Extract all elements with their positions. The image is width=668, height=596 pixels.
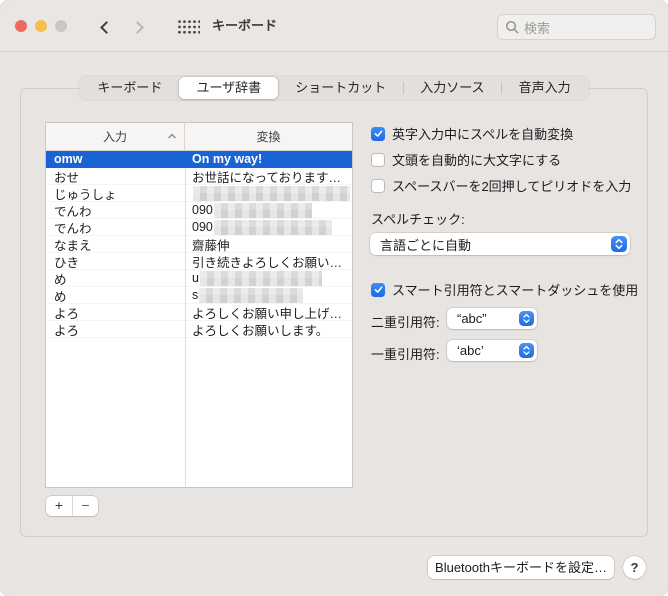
popup-stepper-icon <box>519 343 534 358</box>
smart-quotes-checkbox[interactable] <box>371 282 385 297</box>
table-row[interactable]: なまえ 齋藤伸 <box>46 236 352 253</box>
table-row[interactable]: おせ お世話になっております… <box>46 168 352 185</box>
search-input[interactable]: 検索 <box>497 14 656 40</box>
table-row[interactable]: じゅうしょ <box>46 185 352 202</box>
redacted-block <box>193 185 350 201</box>
cell-conversion: On my way! <box>192 152 263 166</box>
preferences-window: キーボード 検索 キーボード ユーザ辞書 ショートカット 入力ソース 音声入力 入力 変… <box>0 0 668 596</box>
redacted-block <box>213 219 332 235</box>
table-row[interactable]: omw On my way! <box>46 151 352 168</box>
checkbox[interactable] <box>371 126 385 141</box>
search-icon <box>505 20 519 34</box>
checkbox[interactable] <box>371 178 385 193</box>
cell-input: omw <box>54 152 83 166</box>
single-quote-popup[interactable]: ‘abc’ <box>447 340 537 361</box>
checkbox-row[interactable]: スペースバーを2回押してピリオドを入力 <box>371 176 631 195</box>
close-button[interactable] <box>15 20 27 32</box>
cell-conversion: u <box>185 270 352 286</box>
tab-ユーザ辞書[interactable]: ユーザ辞書 <box>179 77 279 99</box>
redacted-block <box>213 202 312 218</box>
zoom-button-disabled <box>55 20 67 32</box>
popup-stepper-icon <box>519 311 534 326</box>
redacted-block <box>199 287 304 303</box>
table-header: 入力 変換 <box>46 123 352 151</box>
checkbox-row[interactable]: 文頭を自動的に大文字にする <box>371 150 561 169</box>
checkbox-row[interactable]: 英字入力中にスペルを自動変換 <box>371 124 573 143</box>
add-entry-button[interactable]: + <box>46 496 72 516</box>
column-header-conversion-label: 変換 <box>256 130 281 144</box>
single-quote-label: 一重引用符: <box>371 347 440 362</box>
check-icon <box>374 130 382 137</box>
cell-conversion <box>185 185 352 201</box>
check-icon <box>374 286 382 293</box>
chevron-left-icon <box>100 20 113 34</box>
table-row[interactable]: ひき 引き続きよろしくお願い… <box>46 253 352 270</box>
smart-quotes-checkbox-row[interactable]: スマート引用符とスマートダッシュを使用 <box>371 280 638 299</box>
tab-bar: キーボード ユーザ辞書 ショートカット 入力ソース 音声入力 <box>79 76 589 100</box>
table-row[interactable]: めu <box>46 270 352 287</box>
tab-入力ソース[interactable]: 入力ソース <box>402 77 501 99</box>
column-header-input-label: 入力 <box>102 130 127 144</box>
checkbox-label: スペースバーを2回押してピリオドを入力 <box>392 179 632 194</box>
tab-ショートカット[interactable]: ショートカット <box>278 77 403 99</box>
table-row[interactable]: よろ よろしくお願いします。 <box>46 321 352 338</box>
table-row[interactable]: でんわ 090 <box>46 219 352 236</box>
checkbox[interactable] <box>371 152 385 167</box>
double-quote-value: “abc” <box>457 311 487 326</box>
search-placeholder: 検索 <box>524 20 551 36</box>
minimize-button[interactable] <box>35 20 47 32</box>
cell-conversion: よろしくお願いします。 <box>192 323 329 338</box>
toolbar: キーボード 検索 <box>0 0 668 52</box>
add-remove-control: + − <box>46 496 98 516</box>
chevron-right-icon <box>131 20 144 34</box>
tab-bar-wrap: キーボード ユーザ辞書 ショートカット 入力ソース 音声入力 <box>0 76 668 100</box>
table-body: omw On my way! おせ お世話になっております… じゅうしょ でんわ 090 でん… <box>46 151 352 486</box>
spellcheck-value: 言語ごとに自動 <box>380 237 472 253</box>
help-button[interactable]: ? <box>623 556 646 579</box>
cell-conversion: s <box>185 287 352 303</box>
tab-音声入力[interactable]: 音声入力 <box>501 77 588 99</box>
table-row[interactable]: めs <box>46 287 352 304</box>
popup-stepper-icon <box>611 236 627 252</box>
forward-button <box>127 15 151 39</box>
double-quote-label: 二重引用符: <box>371 315 440 330</box>
cell-conversion: 引き続きよろしくお願い… <box>192 255 343 270</box>
cell-conversion: 090 <box>185 202 352 218</box>
spellcheck-popup[interactable]: 言語ごとに自動 <box>370 233 630 255</box>
double-quote-popup[interactable]: “abc” <box>447 308 537 329</box>
user-dictionary-table: 入力 変換 omw On my way! おせ お世話になっております… じゅうしょ でん… <box>46 123 352 487</box>
checkbox-label: 文頭を自動的に大文字にする <box>392 153 562 168</box>
window-title: キーボード <box>212 18 278 33</box>
table-row[interactable]: でんわ 090 <box>46 202 352 219</box>
sort-ascending-icon <box>168 133 176 139</box>
show-all-grid-icon[interactable] <box>176 18 200 36</box>
redacted-block <box>199 270 322 286</box>
cell-conversion: お世話になっております… <box>192 170 342 185</box>
tab-キーボード[interactable]: キーボード <box>80 77 179 99</box>
cell-conversion: 090 <box>185 219 352 235</box>
cell-input: よろ <box>54 323 80 338</box>
back-button[interactable] <box>93 15 117 39</box>
smart-quotes-label: スマート引用符とスマートダッシュを使用 <box>392 283 639 298</box>
single-quote-value: ‘abc’ <box>457 343 484 358</box>
remove-entry-button[interactable]: − <box>72 496 98 516</box>
spellcheck-label: スペルチェック: <box>371 212 465 227</box>
setup-bluetooth-keyboard-button[interactable]: Bluetoothキーボードを設定… <box>428 556 614 579</box>
column-header-input[interactable]: 入力 <box>46 123 185 150</box>
table-row[interactable]: よろ よろしくお願い申し上げ… <box>46 304 352 321</box>
checkbox-label: 英字入力中にスペルを自動変換 <box>392 127 574 142</box>
column-header-conversion[interactable]: 変換 <box>185 123 352 150</box>
